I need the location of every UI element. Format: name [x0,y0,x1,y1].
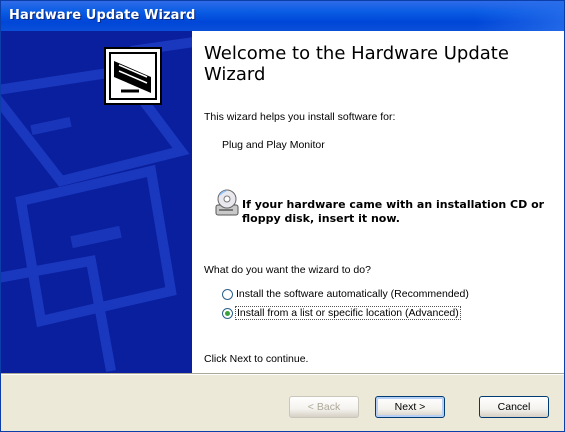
window-title: Hardware Update Wizard [9,8,196,23]
page-title: Welcome to the Hardware Update Wizard [204,43,509,85]
hardware-card-icon [104,47,162,105]
footer-divider [1,373,564,375]
cancel-button[interactable]: Cancel [479,396,549,418]
radio-from-list[interactable] [222,307,233,319]
option-automatic-label: Install the software automatically (Reco… [236,288,469,300]
continue-hint: Click Next to continue. [204,353,309,365]
option-install-automatically[interactable]: Install the software automatically (Reco… [222,288,469,300]
title-bar-glow [474,1,564,31]
wizard-window: Hardware Update Wizard Welcome to the Ha… [0,0,565,432]
cd-prompt: If your hardware came with an installati… [242,198,545,225]
cd-drive-icon [215,189,239,216]
intro-text: This wizard helps you install software f… [204,111,396,123]
device-name: Plug and Play Monitor [222,139,325,151]
option-from-list-label: Install from a list or specific location… [235,306,461,320]
question-text: What do you want the wizard to do? [204,264,371,276]
wizard-content: Welcome to the Hardware Update Wizard Th… [192,31,564,373]
back-button[interactable]: < Back [289,396,359,418]
title-bar[interactable]: Hardware Update Wizard [1,1,564,31]
wizard-sidebar [1,31,192,373]
radio-automatic[interactable] [222,288,233,300]
next-button[interactable]: Next > [375,396,445,418]
sidebar-watermark [1,31,192,373]
option-install-from-list[interactable]: Install from a list or specific location… [222,306,461,320]
